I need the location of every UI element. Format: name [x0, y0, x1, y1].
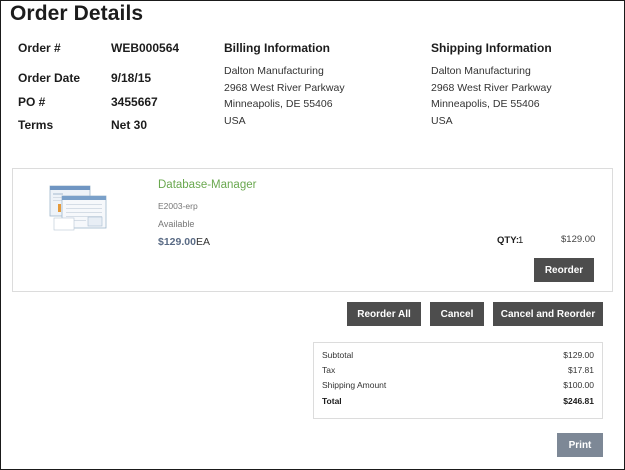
unit-of-measure: EA: [196, 236, 211, 248]
billing-line: USA: [224, 114, 246, 127]
qty-value: 1: [518, 235, 524, 246]
shipping-heading: Shipping Information: [431, 41, 552, 55]
order-number-value: WEB000564: [111, 41, 180, 55]
billing-address: Dalton Manufacturing 2968 West River Par…: [224, 63, 345, 129]
terms-label: Terms: [18, 118, 54, 132]
cancel-and-reorder-button[interactable]: Cancel and Reorder: [493, 302, 603, 326]
page-title: Order Details: [10, 2, 144, 25]
order-number-label: Order #: [18, 41, 61, 55]
total-label: Total: [322, 396, 342, 406]
reorder-all-button[interactable]: Reorder All: [347, 302, 421, 326]
cancel-button[interactable]: Cancel: [430, 302, 484, 326]
shipping-amount-value: $100.00: [563, 380, 594, 390]
shipping-address: Dalton Manufacturing 2968 West River Par…: [431, 63, 552, 129]
terms-value: Net 30: [111, 118, 148, 132]
shipping-line: Dalton Manufacturing: [431, 65, 531, 77]
po-value: 3455667: [111, 95, 158, 109]
qty-label: QTY:: [497, 235, 519, 246]
unit-price: $129.00: [158, 236, 196, 248]
reorder-button[interactable]: Reorder: [534, 258, 594, 282]
total-value: $246.81: [563, 396, 594, 406]
shipping-amount-label: Shipping Amount: [322, 380, 387, 390]
billing-line: Dalton Manufacturing: [224, 65, 324, 77]
product-name-link[interactable]: Database-Manager: [158, 179, 256, 191]
tax-label: Tax: [322, 365, 336, 375]
print-button[interactable]: Print: [557, 433, 603, 457]
product-screenshot-icon[interactable]: [48, 184, 110, 232]
shipping-line: USA: [431, 114, 453, 127]
shipping-line: Minneapolis, DE 55406: [431, 98, 540, 110]
billing-heading: Billing Information: [224, 41, 330, 55]
billing-line: 2968 West River Parkway: [224, 81, 345, 94]
shipping-line: 2968 West River Parkway: [431, 81, 552, 94]
product-sku: E2003-erp: [158, 201, 198, 211]
billing-line: Minneapolis, DE 55406: [224, 98, 333, 110]
availability-status: Available: [158, 219, 195, 229]
order-date-value: 9/18/15: [111, 71, 152, 85]
po-label: PO #: [18, 95, 46, 109]
line-total: $129.00: [561, 234, 596, 245]
tax-value: $17.81: [568, 365, 594, 375]
subtotal-label: Subtotal: [322, 350, 354, 360]
order-date-label: Order Date: [18, 71, 81, 85]
subtotal-value: $129.00: [563, 350, 594, 360]
